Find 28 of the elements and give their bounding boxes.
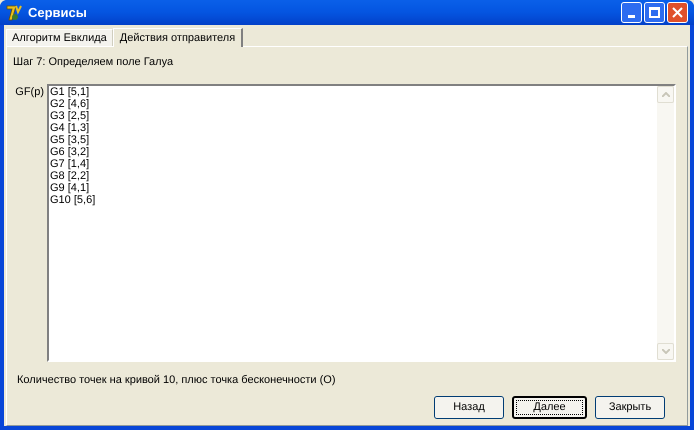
step-label: Шаг 7: Определяем поле Галуа xyxy=(13,55,174,70)
field-label: GF(p) xyxy=(14,84,44,100)
dialog-button[interactable]: Далее xyxy=(512,396,587,419)
list-item[interactable]: G1 [5,1] xyxy=(50,86,657,98)
list-item[interactable]: G6 [3,2] xyxy=(50,146,657,158)
list-item[interactable]: G5 [3,5] xyxy=(50,134,657,146)
scrollbar[interactable] xyxy=(657,86,674,360)
app-icon xyxy=(6,4,24,22)
tab[interactable]: Действия отправителя xyxy=(112,28,244,47)
points-list[interactable]: G1 [5,1] G2 [4,6] G3 [2,5] G4 [1,3] G5 [3,5] G6 [3,2] G7 [1,4] G8 [2,2] G9 [4,1] G10 [5,6] xyxy=(47,84,676,362)
scroll-down-icon xyxy=(662,348,670,354)
dialog-button[interactable]: Назад xyxy=(434,396,504,419)
list-item[interactable]: G4 [1,3] xyxy=(50,122,657,134)
dialog-button[interactable]: Закрыть xyxy=(595,396,665,419)
list-item[interactable]: G7 [1,4] xyxy=(50,158,657,170)
list-item[interactable]: G10 [5,6] xyxy=(50,194,657,206)
window-title: Сервисы xyxy=(28,4,88,22)
list-item[interactable]: G3 [2,5] xyxy=(50,110,657,122)
minimize-button[interactable] xyxy=(621,2,642,23)
tab[interactable]: Алгоритм Евклида xyxy=(6,29,113,46)
points-count-text: Количество точек на кривой 10, плюс точка бесконечности (O) xyxy=(17,372,336,388)
list-item[interactable]: G9 [4,1] xyxy=(50,182,657,194)
close-button[interactable] xyxy=(667,2,688,23)
scroll-up-icon xyxy=(662,92,670,96)
list-item[interactable]: G8 [2,2] xyxy=(50,170,657,182)
list-item[interactable]: G2 [4,6] xyxy=(50,98,657,110)
maximize-button[interactable] xyxy=(644,2,665,23)
close-icon xyxy=(672,7,683,18)
